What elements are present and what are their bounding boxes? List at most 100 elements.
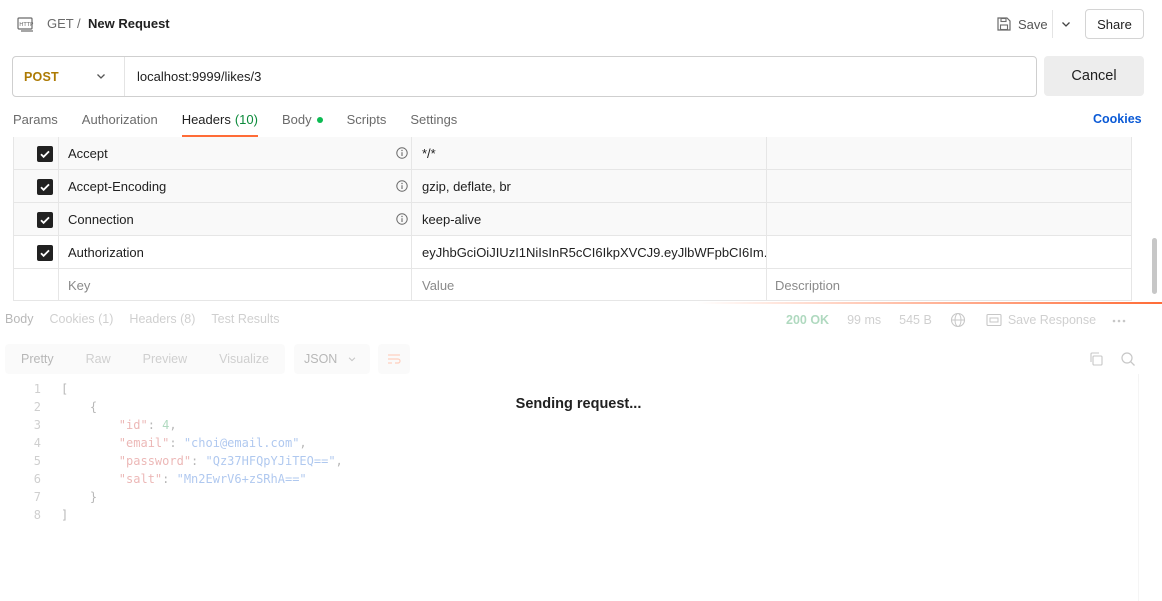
table-row: Accept-Encoding gzip, deflate, br <box>13 170 1132 203</box>
url-bar: POST localhost:9999/likes/3 <box>12 56 1037 97</box>
header-key[interactable]: Connection <box>60 203 412 235</box>
svg-text:HTTP: HTTP <box>19 22 34 28</box>
tab-params[interactable]: Params <box>13 104 58 136</box>
tab-settings[interactable]: Settings <box>410 104 457 136</box>
table-row: Connection keep-alive <box>13 203 1132 236</box>
checkbox-cell <box>13 170 59 202</box>
code-text: "email": "choi@email.com", <box>118 436 307 450</box>
json-value: 4 <box>162 418 170 432</box>
save-icon <box>997 17 1011 31</box>
http-icon: HTTP <box>17 15 35 33</box>
header-description[interactable] <box>767 203 1132 235</box>
line-number: 5 <box>33 454 41 468</box>
more-options-icon[interactable] <box>1112 313 1126 327</box>
copy-icon[interactable] <box>1088 351 1104 367</box>
info-icon[interactable] <box>396 213 408 225</box>
save-label: Save <box>1018 16 1048 32</box>
header-value[interactable]: eyJhbGciOiJIUzI1NiIsInR5cCI6IkpXVCJ9.eyJ… <box>413 236 767 268</box>
format-visualize[interactable]: Visualize <box>203 352 285 366</box>
code-line: 5 "password": "Qz37HFQpYJiTEQ==", <box>0 452 343 470</box>
tab-response-body[interactable]: Body <box>5 312 34 326</box>
body-indicator-dot <box>316 117 323 123</box>
cookies-link[interactable]: Cookies <box>1093 112 1142 126</box>
request-name[interactable]: New Request <box>88 16 170 31</box>
header-value[interactable]: gzip, deflate, br <box>413 170 767 202</box>
header-value[interactable]: keep-alive <box>413 203 767 235</box>
header-description[interactable] <box>767 170 1132 202</box>
response-size[interactable]: 545 B <box>899 313 932 327</box>
code-text: "salt": "Mn2EwrV6+zSRhA==" <box>118 472 307 486</box>
table-row: Authorization eyJhbGciOiJIUzI1NiIsInR5cC… <box>13 236 1132 269</box>
tab-headers[interactable]: Headers (10) <box>181 104 259 137</box>
code-text: ] <box>61 508 69 522</box>
code-line: 8] <box>0 506 343 524</box>
description-input[interactable]: Description <box>767 269 1132 300</box>
code-line: 3 "id": 4, <box>0 416 343 434</box>
headers-table: Accept */* Accept-Encoding gzip, deflate… <box>13 137 1132 301</box>
header-enabled-checkbox[interactable] <box>37 179 53 195</box>
header-key[interactable]: Authorization <box>60 236 412 268</box>
tab-scripts[interactable]: Scripts <box>347 104 387 136</box>
code-line: 6 "salt": "Mn2EwrV6+zSRhA==" <box>0 470 343 488</box>
tab-response-headers[interactable]: Headers (8) <box>129 312 195 326</box>
value-input[interactable]: Value <box>413 269 767 300</box>
language-select[interactable]: JSON <box>294 344 370 374</box>
method-label: POST <box>24 69 59 84</box>
chevron-down-icon <box>97 74 105 79</box>
tab-body[interactable]: Body <box>282 104 323 136</box>
format-preview[interactable]: Preview <box>127 352 203 366</box>
scrollbar-thumb[interactable] <box>1152 238 1157 294</box>
tab-label: Params <box>13 112 58 127</box>
chevron-down-icon <box>349 357 356 362</box>
header-description[interactable] <box>767 236 1132 268</box>
tab-authorization[interactable]: Authorization <box>82 104 158 136</box>
header-enabled-checkbox[interactable] <box>37 245 53 261</box>
language-label: JSON <box>304 352 338 366</box>
save-response-button[interactable]: Save Response <box>986 313 1096 327</box>
header-enabled-checkbox[interactable] <box>37 212 53 228</box>
line-number: 6 <box>33 472 41 486</box>
info-icon[interactable] <box>396 180 408 192</box>
search-icon[interactable] <box>1120 351 1136 367</box>
format-raw[interactable]: Raw <box>70 352 127 366</box>
url-input[interactable]: localhost:9999/likes/3 <box>137 69 261 84</box>
line-number: 7 <box>33 490 41 504</box>
key-input[interactable]: Key <box>60 269 412 300</box>
status-badge[interactable]: 200 OK <box>786 313 829 327</box>
response-time[interactable]: 99 ms <box>847 313 881 327</box>
header-enabled-checkbox[interactable] <box>37 146 53 162</box>
json-value: "Qz37HFQpYJiTEQ==" <box>205 454 336 468</box>
top-bar: HTTP GET / New Request Save Share <box>0 0 1162 48</box>
check-icon <box>40 150 50 159</box>
header-key[interactable]: Accept <box>60 137 412 169</box>
globe-icon[interactable] <box>950 312 966 328</box>
share-button[interactable]: Share <box>1085 9 1144 39</box>
method-select[interactable]: POST <box>13 57 125 96</box>
json-brace: } <box>89 490 98 504</box>
code-line: 7 } <box>0 488 343 506</box>
cancel-button[interactable]: Cancel <box>1044 56 1144 96</box>
checkbox-cell <box>13 203 59 235</box>
json-value: "choi@email.com" <box>183 436 300 450</box>
wrap-lines-button[interactable] <box>378 344 410 374</box>
header-key[interactable]: Accept-Encoding <box>60 170 412 202</box>
save-response-icon <box>986 313 1002 327</box>
wrap-icon <box>388 354 401 364</box>
check-icon <box>40 216 50 225</box>
header-description[interactable] <box>767 137 1132 169</box>
json-key: "password" <box>118 454 192 468</box>
code-text: "password": "Qz37HFQpYJiTEQ==", <box>118 454 343 468</box>
line-number: 3 <box>33 418 41 432</box>
format-pretty[interactable]: Pretty <box>5 352 70 366</box>
new-header-row: Key Value Description <box>13 269 1132 301</box>
chevron-down-icon <box>1061 22 1070 27</box>
header-value[interactable]: */* <box>413 137 767 169</box>
save-button[interactable]: Save <box>989 10 1051 38</box>
save-options-button[interactable] <box>1052 10 1078 38</box>
tab-test-results[interactable]: Test Results <box>211 312 279 326</box>
tab-label: Scripts <box>346 112 387 127</box>
tab-response-cookies[interactable]: Cookies (1) <box>50 312 114 326</box>
sending-request-overlay: Sending request... <box>515 396 642 412</box>
info-icon[interactable] <box>396 147 408 159</box>
code-line: 4 "email": "choi@email.com", <box>0 434 343 452</box>
